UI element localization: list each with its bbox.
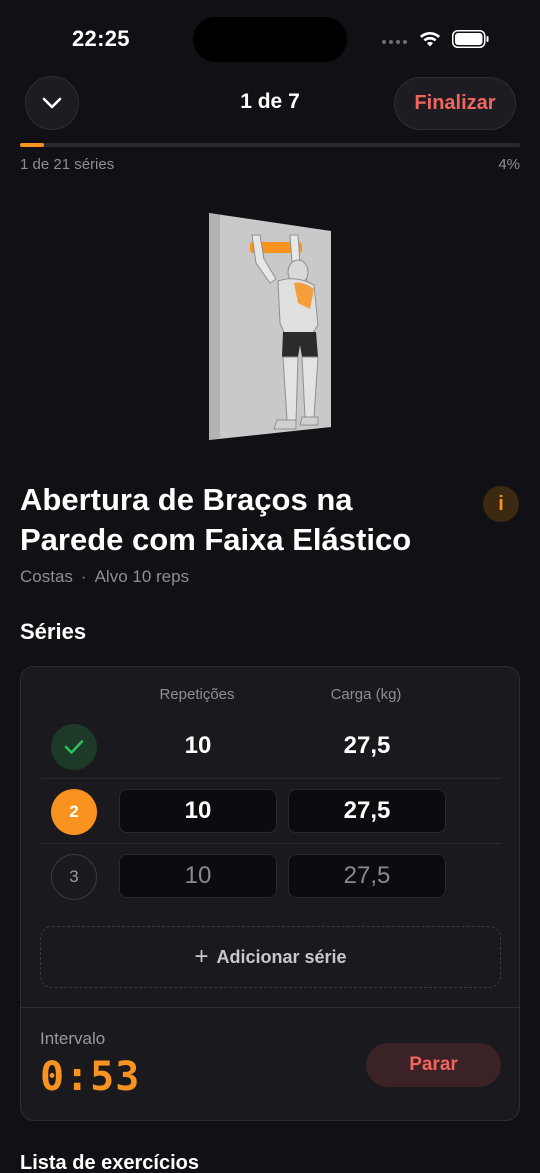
progress-label: 1 de 21 séries <box>20 156 115 173</box>
column-header-reps: Repetições <box>159 686 235 703</box>
set-reps-input[interactable]: 10 <box>119 789 277 833</box>
stop-timer-button[interactable]: Parar <box>366 1043 501 1087</box>
set-load-value[interactable]: 27,5 <box>288 724 446 768</box>
progress-percent: 4% <box>498 156 520 173</box>
dynamic-island <box>193 17 347 62</box>
meta-separator: · <box>80 567 87 586</box>
add-set-button[interactable]: + Adicionar série <box>40 926 501 988</box>
progress-fill <box>20 143 44 147</box>
set-reps-value[interactable]: 10 <box>119 724 277 768</box>
set-row: 10 27,5 <box>41 714 501 778</box>
set-reps-input[interactable]: 10 <box>119 854 277 898</box>
exercise-illustration <box>209 213 331 440</box>
workout-position: 1 de 7 <box>240 90 300 113</box>
set-load-input[interactable]: 27,5 <box>288 789 446 833</box>
column-header-load: Carga (kg) <box>330 686 402 703</box>
check-icon <box>64 740 84 754</box>
status-bar: 22:25 <box>0 0 540 80</box>
add-set-label: Adicionar série <box>216 946 347 967</box>
set-row: 3 10 27,5 <box>41 844 501 908</box>
collapse-button[interactable] <box>25 76 79 130</box>
finish-button[interactable]: Finalizar <box>394 77 516 130</box>
battery-icon <box>452 30 489 48</box>
interval-timer: 0:53 <box>40 1054 141 1100</box>
signal-icon <box>382 40 407 44</box>
set-row: 2 10 27,5 <box>41 779 501 843</box>
set-done-toggle[interactable] <box>51 724 97 770</box>
exercise-muscle: Costas <box>20 567 73 586</box>
exercise-title: Abertura de Braços na Parede com Faixa E… <box>20 482 412 557</box>
chevron-down-icon <box>42 97 62 109</box>
sets-card: Repetições Carga (kg) 10 27,5 2 10 27,5 … <box>20 666 520 1121</box>
set-load-input[interactable]: 27,5 <box>288 854 446 898</box>
info-button[interactable]: i <box>483 486 519 522</box>
card-divider <box>21 1007 519 1008</box>
plus-icon: + <box>194 943 209 970</box>
exercise-list-title: Lista de exercícios <box>20 1152 199 1173</box>
exercise-target: Alvo 10 reps <box>94 567 190 586</box>
exercise-meta: Costas · Alvo 10 reps <box>20 567 189 587</box>
status-time: 22:25 <box>72 26 130 51</box>
wifi-icon <box>420 32 440 47</box>
interval-label: Intervalo <box>40 1029 106 1048</box>
set-number-badge[interactable]: 2 <box>51 789 97 835</box>
series-section-title: Séries <box>20 619 87 644</box>
set-number-badge[interactable]: 3 <box>51 854 97 900</box>
progress-bar <box>20 143 520 147</box>
